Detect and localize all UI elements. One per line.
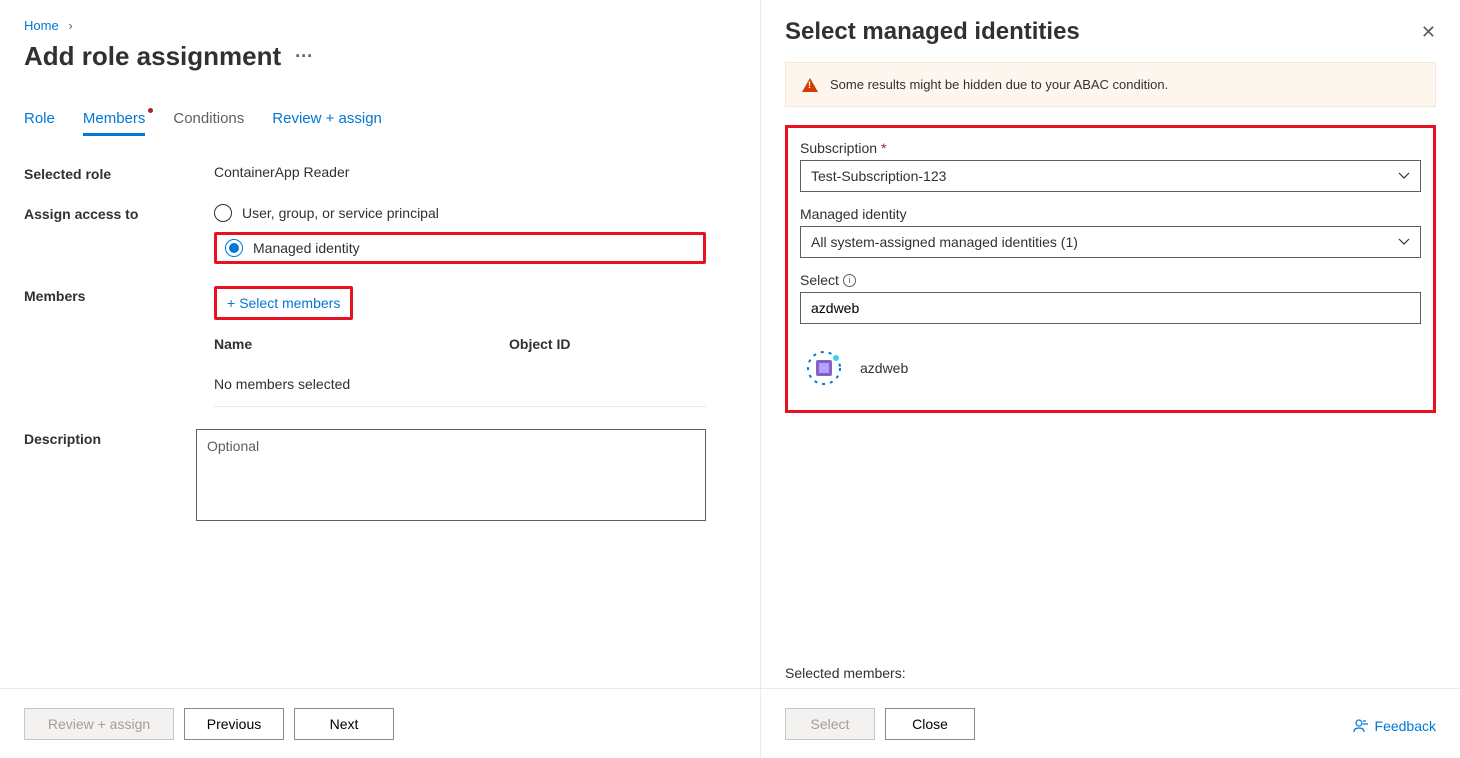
required-icon: * (881, 140, 886, 156)
panel-title: Select managed identities (785, 18, 1080, 46)
warning-icon (802, 78, 818, 92)
breadcrumb-home[interactable]: Home (24, 18, 59, 33)
breadcrumb: Home › (24, 18, 706, 33)
selected-role-value: ContainerApp Reader (214, 164, 706, 180)
container-app-icon (804, 348, 844, 388)
chevron-down-icon (1398, 170, 1410, 182)
warning-banner: Some results might be hidden due to your… (785, 62, 1436, 107)
assign-access-label: Assign access to (24, 204, 214, 222)
chevron-right-icon: › (68, 18, 72, 33)
warning-text: Some results might be hidden due to your… (830, 77, 1168, 92)
review-assign-button[interactable]: Review + assign (24, 708, 174, 740)
close-icon[interactable]: ✕ (1421, 22, 1436, 43)
chevron-down-icon (1398, 236, 1410, 248)
tab-members[interactable]: Members (83, 110, 146, 136)
result-name: azdweb (860, 360, 908, 376)
col-name: Name (214, 336, 509, 352)
tab-members-label: Members (83, 110, 146, 127)
feedback-icon (1353, 718, 1369, 734)
page-title: Add role assignment ··· (24, 41, 706, 72)
panel-footer: Select Close Feedback (761, 688, 1460, 758)
feedback-link[interactable]: Feedback (1353, 718, 1436, 734)
description-label: Description (24, 429, 196, 447)
tab-review-assign[interactable]: Review + assign (272, 110, 382, 136)
managed-identity-value: All system-assigned managed identities (… (811, 234, 1078, 250)
select-label: Select (800, 272, 839, 288)
radio-mi-label: Managed identity (253, 240, 360, 256)
radio-icon (225, 239, 243, 257)
description-input[interactable] (196, 429, 706, 521)
tabs: Role Members Conditions Review + assign (24, 110, 706, 136)
subscription-select[interactable]: Test-Subscription-123 (800, 160, 1421, 192)
select-managed-identities-panel: Select managed identities ✕ Some results… (760, 0, 1460, 758)
info-icon[interactable]: i (843, 274, 856, 287)
more-icon[interactable]: ··· (295, 46, 313, 67)
result-item[interactable]: azdweb (800, 338, 1421, 398)
select-input[interactable] (800, 292, 1421, 324)
members-table: Name Object ID No members selected (214, 326, 706, 407)
select-members-button[interactable]: + Select members (227, 295, 340, 311)
subscription-value: Test-Subscription-123 (811, 168, 946, 184)
tab-conditions[interactable]: Conditions (173, 110, 244, 136)
members-label: Members (24, 286, 214, 304)
select-members-label: Select members (239, 295, 340, 311)
badge-dot-icon (148, 108, 153, 113)
col-object-id: Object ID (509, 336, 570, 352)
radio-user-group[interactable]: User, group, or service principal (214, 204, 706, 222)
plus-icon: + (227, 295, 235, 311)
managed-identity-label: Managed identity (800, 206, 1421, 222)
managed-identity-select[interactable]: All system-assigned managed identities (… (800, 226, 1421, 258)
panel-close-button[interactable]: Close (885, 708, 975, 740)
subscription-label: Subscription (800, 140, 877, 156)
selected-members-label: Selected members: (785, 665, 1436, 681)
feedback-label: Feedback (1375, 718, 1436, 734)
radio-user-label: User, group, or service principal (242, 205, 439, 221)
previous-button[interactable]: Previous (184, 708, 284, 740)
radio-managed-identity[interactable]: Managed identity (225, 239, 360, 257)
radio-icon (214, 204, 232, 222)
selected-role-label: Selected role (24, 164, 214, 182)
page-title-text: Add role assignment (24, 41, 281, 72)
next-button[interactable]: Next (294, 708, 394, 740)
table-row: No members selected (214, 362, 706, 407)
tab-role[interactable]: Role (24, 110, 55, 136)
panel-select-button[interactable]: Select (785, 708, 875, 740)
